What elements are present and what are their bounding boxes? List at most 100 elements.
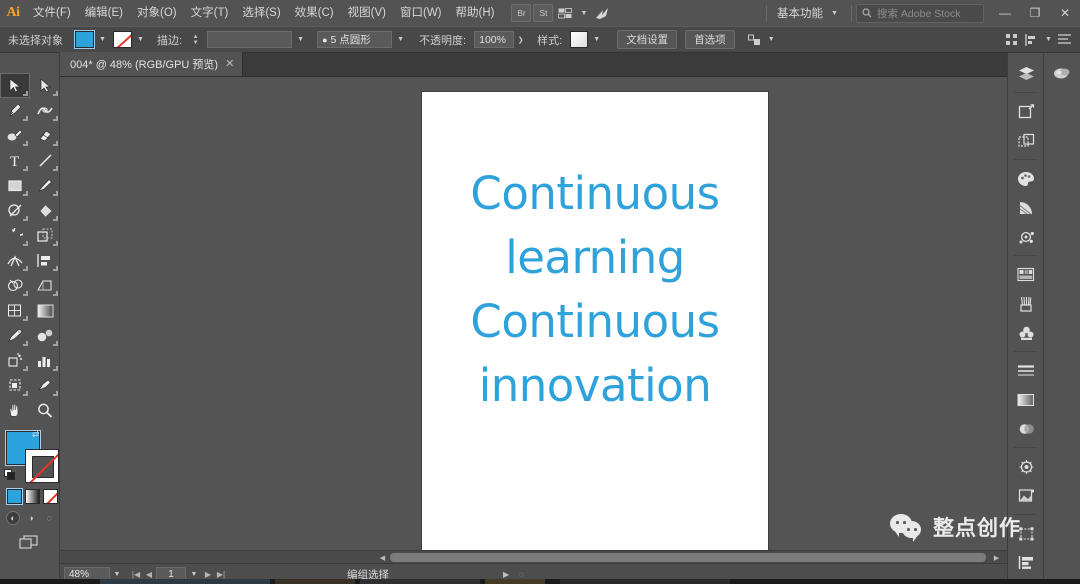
tool-mesh[interactable] — [0, 298, 30, 323]
bird-stock-icon[interactable] — [592, 4, 612, 22]
artboard-chevron-down-icon[interactable]: ▼ — [187, 571, 201, 578]
menu-object[interactable]: 对象(O) — [130, 0, 184, 26]
panel-symbols-icon[interactable] — [1008, 318, 1044, 347]
tool-eraser[interactable] — [30, 123, 60, 148]
arrange-chevron-down-icon[interactable]: ▼ — [577, 5, 590, 22]
draw-mode-normal[interactable]: ◐ — [6, 511, 20, 525]
artboard-last-icon[interactable]: ▶| — [215, 570, 227, 579]
panel-brushes-icon[interactable] — [1008, 289, 1044, 318]
tool-curvature[interactable] — [30, 98, 60, 123]
stroke-swatch[interactable] — [113, 31, 132, 48]
tool-direct-selection[interactable] — [30, 73, 60, 98]
tool-rectangle[interactable] — [0, 173, 30, 198]
menu-window[interactable]: 窗口(W) — [393, 0, 449, 26]
tab-close-icon[interactable]: ✕ — [225, 58, 234, 70]
align-distribute-icon[interactable] — [1003, 30, 1022, 49]
panel-layers-icon[interactable] — [1008, 59, 1044, 88]
stroke-swatch-group[interactable]: ▼ — [113, 31, 147, 48]
document-setup-button[interactable]: 文档设置 — [617, 30, 678, 49]
tool-artboard[interactable] — [0, 373, 30, 398]
menu-effect[interactable]: 效果(C) — [288, 0, 341, 26]
tool-eyedropper[interactable] — [0, 323, 30, 348]
panel-menu-icon[interactable] — [1055, 30, 1074, 49]
tool-blob-brush[interactable] — [0, 123, 30, 148]
artboard-text-object[interactable]: Continuous learning Continuous innovatio… — [422, 162, 768, 418]
menu-file[interactable]: 文件(F) — [26, 0, 78, 26]
minimize-button[interactable]: — — [990, 0, 1020, 26]
workspace-switcher[interactable]: 基本功能 ▼ — [771, 3, 847, 23]
align-chevron-down-icon[interactable]: ▼ — [1042, 31, 1055, 48]
tool-symbol-sprayer[interactable] — [0, 348, 30, 373]
tool-selection[interactable] — [0, 73, 30, 98]
tool-column-graph[interactable] — [30, 348, 60, 373]
panel-swatches-icon[interactable] — [1008, 260, 1044, 289]
artboard-prev-icon[interactable]: ◀ — [143, 570, 155, 579]
default-fill-stroke-icon[interactable] — [4, 469, 16, 481]
stock-icon[interactable]: St — [533, 4, 554, 22]
panel-recolor-icon[interactable] — [1008, 222, 1044, 251]
tool-free-transform[interactable] — [30, 248, 60, 273]
fill-swatch[interactable] — [74, 30, 95, 49]
fill-chevron-down-icon[interactable]: ▼ — [96, 31, 109, 48]
panel-appearance-icon[interactable] — [1008, 452, 1044, 481]
menu-edit[interactable]: 编辑(E) — [78, 0, 130, 26]
draw-mode-inside[interactable]: ◌ — [42, 511, 56, 525]
opacity-chevron-right-icon[interactable]: ❯ — [514, 31, 527, 48]
tool-shape-builder[interactable] — [0, 273, 30, 298]
tool-paintbrush[interactable] — [30, 173, 60, 198]
stroke-weight-input[interactable] — [207, 31, 293, 48]
select-similar-icon[interactable] — [745, 30, 764, 49]
maximize-button[interactable]: ❐ — [1020, 0, 1050, 26]
panel-align-icon[interactable] — [1008, 548, 1044, 577]
artboard[interactable]: Continuous learning Continuous innovatio… — [422, 92, 768, 563]
color-mode-gradient[interactable] — [25, 489, 40, 504]
tool-gradient-swatch[interactable] — [30, 298, 60, 323]
draw-mode-behind[interactable]: ◑ — [24, 511, 38, 525]
select-similar-chevron-down-icon[interactable]: ▼ — [765, 31, 778, 48]
panel-artboards-icon[interactable] — [1008, 97, 1044, 126]
toolbar-stroke-swatch[interactable] — [25, 449, 59, 483]
panel-graphic-styles-icon[interactable] — [1008, 481, 1044, 510]
tool-rotate[interactable] — [0, 223, 30, 248]
panel-asset-export-icon[interactable] — [1008, 126, 1044, 155]
preferences-button[interactable]: 首选项 — [685, 30, 735, 49]
document-tab[interactable]: 004* @ 48% (RGB/GPU 预览) ✕ — [60, 52, 244, 76]
horizontal-scrollbar[interactable]: ◀ ▶ — [60, 550, 1007, 563]
fill-swatch-group[interactable]: ▼ — [74, 30, 109, 49]
stroke-weight-chevron-down-icon[interactable]: ▼ — [294, 31, 307, 48]
status-menu-arrow-icon[interactable]: ▶ — [503, 570, 509, 579]
tool-width[interactable] — [0, 248, 30, 273]
artboard-first-icon[interactable]: |◀ — [130, 570, 142, 579]
horizontal-scroll-thumb[interactable] — [390, 553, 986, 562]
tool-shaper[interactable] — [0, 198, 30, 223]
stroke-weight-stepper[interactable]: ▲ ▼ — [190, 31, 201, 48]
opacity-input[interactable]: 100% — [474, 31, 515, 48]
tool-line-segment[interactable] — [30, 148, 60, 173]
color-mode-none[interactable] — [43, 489, 58, 504]
tool-blend[interactable] — [30, 323, 60, 348]
menu-select[interactable]: 选择(S) — [235, 0, 287, 26]
panel-stroke-icon[interactable] — [1008, 356, 1044, 385]
tool-gradient[interactable] — [30, 198, 60, 223]
tool-slice[interactable] — [30, 373, 60, 398]
stock-search-input[interactable]: 搜索 Adobe Stock — [856, 3, 984, 23]
stroke-profile-select[interactable]: ● 5 点圆形 — [317, 31, 393, 48]
tool-pen[interactable] — [0, 98, 30, 123]
artboard-next-icon[interactable]: ▶ — [202, 570, 214, 579]
arrange-documents-icon[interactable] — [555, 4, 575, 22]
tool-perspective-grid[interactable] — [30, 273, 60, 298]
panel-gradient-icon[interactable] — [1008, 385, 1044, 414]
status-resize-handle[interactable]: ◌ — [519, 570, 524, 579]
close-button[interactable]: ✕ — [1050, 0, 1080, 26]
panel-color-guide-icon[interactable] — [1008, 193, 1044, 222]
stroke-profile-chevron-down-icon[interactable]: ▼ — [394, 31, 407, 48]
bridge-icon[interactable]: Br — [511, 4, 532, 22]
tool-type[interactable]: T — [0, 148, 30, 173]
menu-type[interactable]: 文字(T) — [184, 0, 236, 26]
color-mode-solid[interactable] — [6, 488, 23, 505]
swap-fill-stroke-icon[interactable]: ⇄ — [32, 430, 43, 441]
style-swatch[interactable] — [570, 31, 589, 48]
canvas-area[interactable]: Continuous learning Continuous innovatio… — [60, 77, 1007, 563]
panel-cc-libraries-icon[interactable] — [1044, 59, 1080, 88]
tool-scale[interactable] — [30, 223, 60, 248]
